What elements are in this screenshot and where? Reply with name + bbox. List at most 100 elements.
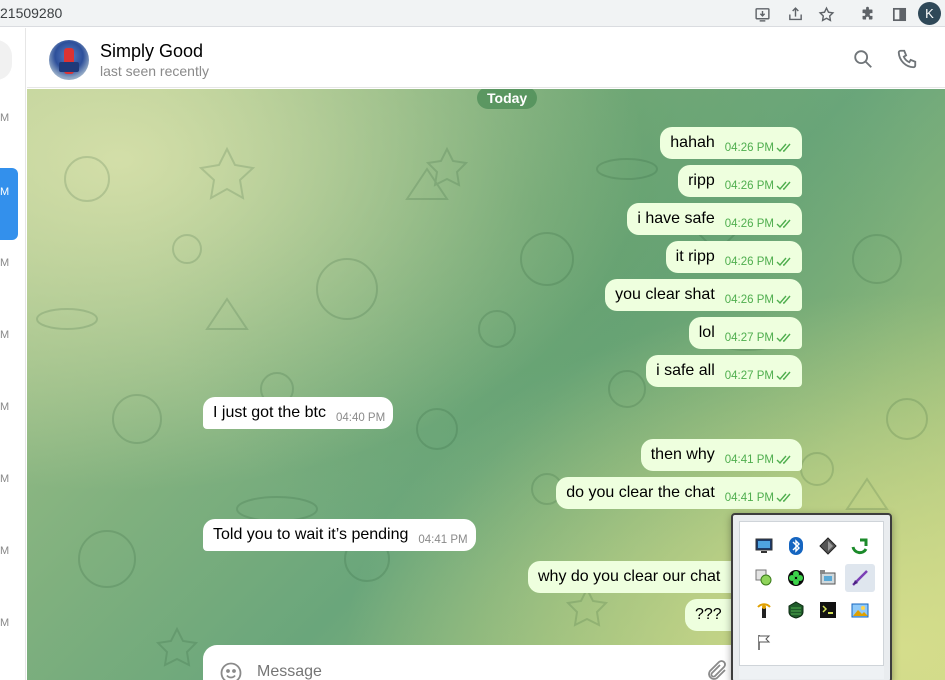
- chat-list-time: M: [0, 112, 10, 124]
- search-icon[interactable]: [852, 48, 876, 72]
- message-time: 04:40 PM: [335, 412, 386, 424]
- chat-header[interactable]: Simply Good last seen recently: [27, 28, 945, 88]
- extensions-icon[interactable]: [856, 3, 878, 25]
- message-text: why do you clear our chat: [538, 568, 721, 585]
- bookmark-star-icon[interactable]: [815, 3, 837, 25]
- chat-list-time: M: [0, 401, 10, 413]
- chat-title[interactable]: Simply Good: [100, 41, 203, 62]
- install-app-icon[interactable]: [751, 3, 773, 25]
- chat-list-time: M: [0, 545, 10, 557]
- message-bubble-incoming[interactable]: Told you to wait it’s pending 04:41 PM: [203, 519, 476, 551]
- clover-icon[interactable]: [786, 568, 806, 588]
- double-check-icon: [776, 333, 791, 343]
- message-meta: 04:41 PM: [418, 534, 467, 546]
- side-panel-icon[interactable]: [888, 3, 910, 25]
- chat-list-time: M: [0, 186, 10, 198]
- double-check-icon: [776, 295, 791, 305]
- message-text: ???: [695, 606, 722, 623]
- system-tray-popup: [731, 513, 892, 680]
- message-meta: 04:40 PM: [336, 412, 385, 424]
- message-time: 04:41 PM: [418, 534, 468, 546]
- bluetooth-icon[interactable]: [786, 536, 806, 556]
- shield-icon[interactable]: [786, 600, 806, 620]
- message-input[interactable]: [257, 663, 677, 680]
- message-bubble-outgoing[interactable]: i have safe 04:26 PM: [627, 203, 802, 235]
- message-bubble-outgoing[interactable]: you clear shat 04:26 PM: [605, 279, 802, 311]
- message-time: 04:26 PM: [724, 218, 774, 230]
- photo-icon[interactable]: [850, 600, 870, 620]
- double-check-icon: [776, 143, 791, 153]
- message-meta: 04:41 PM: [725, 492, 794, 504]
- message-meta: 04:27 PM: [725, 332, 794, 344]
- message-text: then why: [650, 446, 715, 463]
- antenna-icon[interactable]: [754, 600, 774, 620]
- usb-drive-icon[interactable]: [818, 568, 838, 588]
- address-bar-text[interactable]: 21509280: [0, 5, 62, 21]
- chat-list-time: M: [0, 257, 10, 269]
- message-text: it ripp: [675, 248, 715, 265]
- double-check-icon: [776, 371, 791, 381]
- message-meta: 04:41 PM: [725, 454, 794, 466]
- chat-search-box[interactable]: [0, 40, 12, 80]
- terminal-icon[interactable]: [818, 600, 838, 620]
- message-bubble-outgoing[interactable]: i safe all 04:27 PM: [646, 355, 802, 387]
- double-check-icon: [776, 455, 791, 465]
- message-meta: 04:26 PM: [725, 180, 794, 192]
- message-text: hahah: [670, 134, 715, 151]
- message-text: Told you to wait it’s pending: [213, 526, 409, 543]
- browser-toolbar: 21509280 K: [0, 0, 945, 27]
- diamond-icon[interactable]: [818, 536, 838, 556]
- message-meta: 04:27 PM: [725, 370, 794, 382]
- message-time: 04:27 PM: [724, 332, 774, 344]
- flag-icon[interactable]: [754, 632, 774, 652]
- message-meta: 04:26 PM: [725, 142, 794, 154]
- message-time: 04:26 PM: [724, 142, 774, 154]
- message-bubble-outgoing[interactable]: hahah 04:26 PM: [660, 127, 802, 159]
- green-circle-icon[interactable]: [754, 568, 774, 588]
- chat-list-sidebar: M M M M M M M M: [0, 28, 26, 680]
- message-time: 04:26 PM: [724, 180, 774, 192]
- tray-footer[interactable]: [739, 665, 884, 679]
- avatar[interactable]: [49, 40, 89, 80]
- message-bubble-outgoing[interactable]: do you clear the chat 04:41 PM: [556, 477, 802, 509]
- message-text: I just got the btc: [213, 404, 326, 421]
- message-time: 04:26 PM: [724, 256, 774, 268]
- double-check-icon: [776, 181, 791, 191]
- message-bubble-outgoing[interactable]: ripp 04:26 PM: [678, 165, 802, 197]
- message-time: 04:41 PM: [724, 454, 774, 466]
- share-icon[interactable]: [784, 3, 806, 25]
- message-meta: 04:26 PM: [725, 218, 794, 230]
- monitor-icon[interactable]: [754, 536, 774, 556]
- message-bubble-outgoing[interactable]: it ripp 04:26 PM: [665, 241, 802, 273]
- double-check-icon: [776, 257, 791, 267]
- message-text: ripp: [688, 172, 715, 189]
- chat-list-item-active[interactable]: M: [0, 168, 18, 240]
- message-bubble-incoming[interactable]: I just got the btc 04:40 PM: [203, 397, 394, 429]
- chat-list-time: M: [0, 473, 10, 485]
- chat-list-time: M: [0, 617, 10, 629]
- message-text: you clear shat: [615, 286, 715, 303]
- message-text: i have safe: [637, 210, 715, 227]
- message-text: lol: [698, 324, 715, 341]
- message-bubble-outgoing[interactable]: then why 04:41 PM: [640, 439, 802, 471]
- message-time: 04:41 PM: [724, 492, 774, 504]
- message-text: i safe all: [656, 362, 715, 379]
- message-text: do you clear the chat: [566, 484, 715, 501]
- message-bubble-outgoing[interactable]: lol 04:27 PM: [688, 317, 802, 349]
- refresh-app-icon[interactable]: [850, 536, 870, 556]
- chat-status: last seen recently: [100, 63, 209, 79]
- tray-icon-grid: [739, 521, 884, 671]
- message-time: 04:26 PM: [724, 294, 774, 306]
- double-check-icon: [776, 219, 791, 229]
- double-check-icon: [776, 493, 791, 503]
- message-composer[interactable]: [203, 645, 763, 680]
- message-time: 04:27 PM: [724, 370, 774, 382]
- emoji-icon[interactable]: [219, 661, 243, 680]
- message-meta: 04:26 PM: [725, 294, 794, 306]
- pen-icon[interactable]: [845, 564, 875, 592]
- attach-icon[interactable]: [705, 659, 729, 680]
- message-meta: 04:26 PM: [725, 256, 794, 268]
- phone-call-icon[interactable]: [896, 48, 920, 72]
- profile-avatar[interactable]: K: [918, 2, 941, 25]
- chat-list-time: M: [0, 329, 10, 341]
